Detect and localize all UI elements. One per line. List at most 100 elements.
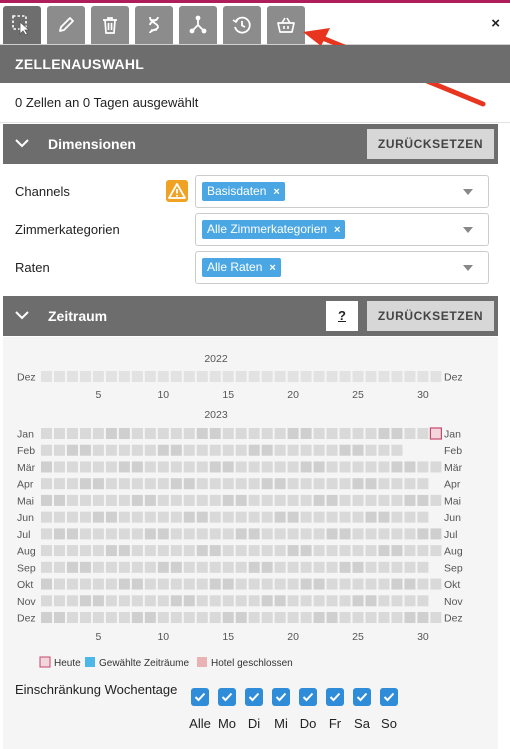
day-cell[interactable] — [196, 428, 208, 439]
day-cell[interactable] — [391, 511, 403, 523]
rates-chip[interactable]: Alle Raten × — [202, 258, 281, 277]
day-cell[interactable] — [79, 511, 91, 523]
day-cell[interactable] — [378, 561, 390, 573]
day-cell[interactable] — [183, 528, 195, 540]
day-cell[interactable] — [79, 578, 91, 590]
day-cell[interactable] — [300, 561, 312, 573]
day-cell[interactable] — [274, 371, 286, 382]
dimensions-header[interactable]: Dimensionen ZURÜCKSETZEN — [3, 124, 498, 164]
day-cell[interactable] — [248, 561, 260, 573]
day-cell[interactable] — [287, 561, 299, 573]
day-cell[interactable] — [222, 371, 234, 382]
day-cell[interactable] — [313, 595, 325, 607]
day-cell[interactable] — [53, 545, 65, 557]
checkbox-checked-icon[interactable] — [245, 688, 263, 706]
day-cell[interactable] — [248, 545, 260, 557]
day-cell[interactable] — [41, 371, 52, 382]
day-cell[interactable] — [183, 511, 195, 523]
day-cell[interactable] — [248, 428, 260, 439]
day-cell[interactable] — [378, 612, 390, 624]
day-cell[interactable] — [131, 428, 143, 439]
day-cell[interactable] — [313, 371, 325, 382]
day-cell[interactable] — [417, 612, 429, 624]
day-cell[interactable] — [313, 478, 325, 490]
day-cell[interactable] — [209, 371, 221, 382]
day-cell[interactable] — [170, 595, 182, 607]
day-cell[interactable] — [391, 578, 403, 590]
day-cell[interactable] — [66, 371, 78, 382]
day-cell[interactable] — [326, 561, 338, 573]
day-cell[interactable] — [66, 478, 78, 490]
day-cell[interactable] — [430, 371, 442, 382]
day-cell[interactable] — [313, 545, 325, 557]
day-cell[interactable] — [196, 371, 208, 382]
day-cell[interactable] — [209, 494, 221, 506]
tab-dna[interactable] — [135, 6, 173, 44]
day-cell[interactable] — [79, 545, 91, 557]
day-cell[interactable] — [248, 612, 260, 624]
day-cell[interactable] — [417, 428, 429, 439]
day-cell[interactable] — [287, 528, 299, 540]
day-cell[interactable] — [144, 371, 156, 382]
day-cell[interactable] — [183, 371, 195, 382]
day-cell[interactable] — [196, 595, 208, 607]
day-cell[interactable] — [157, 428, 169, 439]
day-cell[interactable] — [92, 578, 104, 590]
day-cell[interactable] — [248, 595, 260, 607]
day-cell[interactable] — [118, 595, 130, 607]
day-cell[interactable] — [274, 478, 286, 490]
day-cell[interactable] — [118, 428, 130, 439]
day-cell[interactable] — [274, 461, 286, 473]
day-cell[interactable] — [118, 578, 130, 590]
day-cell[interactable] — [79, 595, 91, 607]
day-cell[interactable] — [144, 444, 156, 456]
tab-history[interactable] — [223, 6, 261, 44]
day-cell[interactable] — [261, 595, 273, 607]
day-cell[interactable] — [391, 612, 403, 624]
day-cell[interactable] — [261, 528, 273, 540]
day-cell[interactable] — [41, 578, 52, 590]
day-cell[interactable] — [352, 444, 364, 456]
day-cell[interactable] — [417, 494, 429, 506]
day-cell[interactable] — [92, 561, 104, 573]
tab-distribution[interactable] — [179, 6, 217, 44]
day-cell[interactable] — [313, 561, 325, 573]
room-categories-chip[interactable]: Alle Zimmerkategorien × — [202, 220, 346, 239]
day-cell[interactable] — [300, 595, 312, 607]
day-cell[interactable] — [404, 561, 416, 573]
day-cell[interactable] — [365, 511, 377, 523]
day-cell[interactable] — [157, 612, 169, 624]
day-cell[interactable] — [105, 461, 117, 473]
day-cell[interactable] — [196, 561, 208, 573]
day-cell[interactable] — [66, 545, 78, 557]
day-cell[interactable] — [235, 561, 247, 573]
day-cell[interactable] — [326, 371, 338, 382]
day-cell[interactable] — [378, 511, 390, 523]
day-cell[interactable] — [352, 494, 364, 506]
day-cell[interactable] — [105, 478, 117, 490]
day-cell[interactable] — [170, 371, 182, 382]
day-cell[interactable] — [235, 494, 247, 506]
day-cell[interactable] — [326, 595, 338, 607]
day-cell[interactable] — [235, 428, 247, 439]
day-cell[interactable] — [118, 444, 130, 456]
day-cell[interactable] — [118, 494, 130, 506]
day-cell[interactable] — [144, 612, 156, 624]
day-cell[interactable] — [53, 444, 65, 456]
day-cell[interactable] — [92, 428, 104, 439]
day-cell[interactable] — [326, 578, 338, 590]
day-cell[interactable] — [105, 444, 117, 456]
day-cell[interactable] — [274, 428, 286, 439]
day-cell[interactable] — [170, 578, 182, 590]
day-cell[interactable] — [339, 494, 351, 506]
day-cell[interactable] — [131, 511, 143, 523]
day-cell[interactable] — [313, 578, 325, 590]
checkbox-checked-icon[interactable] — [272, 688, 290, 706]
day-cell[interactable] — [235, 595, 247, 607]
day-cell[interactable] — [105, 528, 117, 540]
day-cell[interactable] — [339, 578, 351, 590]
day-cell[interactable] — [118, 478, 130, 490]
checkbox-checked-icon[interactable] — [191, 688, 209, 706]
day-cell[interactable] — [157, 461, 169, 473]
day-cell[interactable] — [287, 511, 299, 523]
